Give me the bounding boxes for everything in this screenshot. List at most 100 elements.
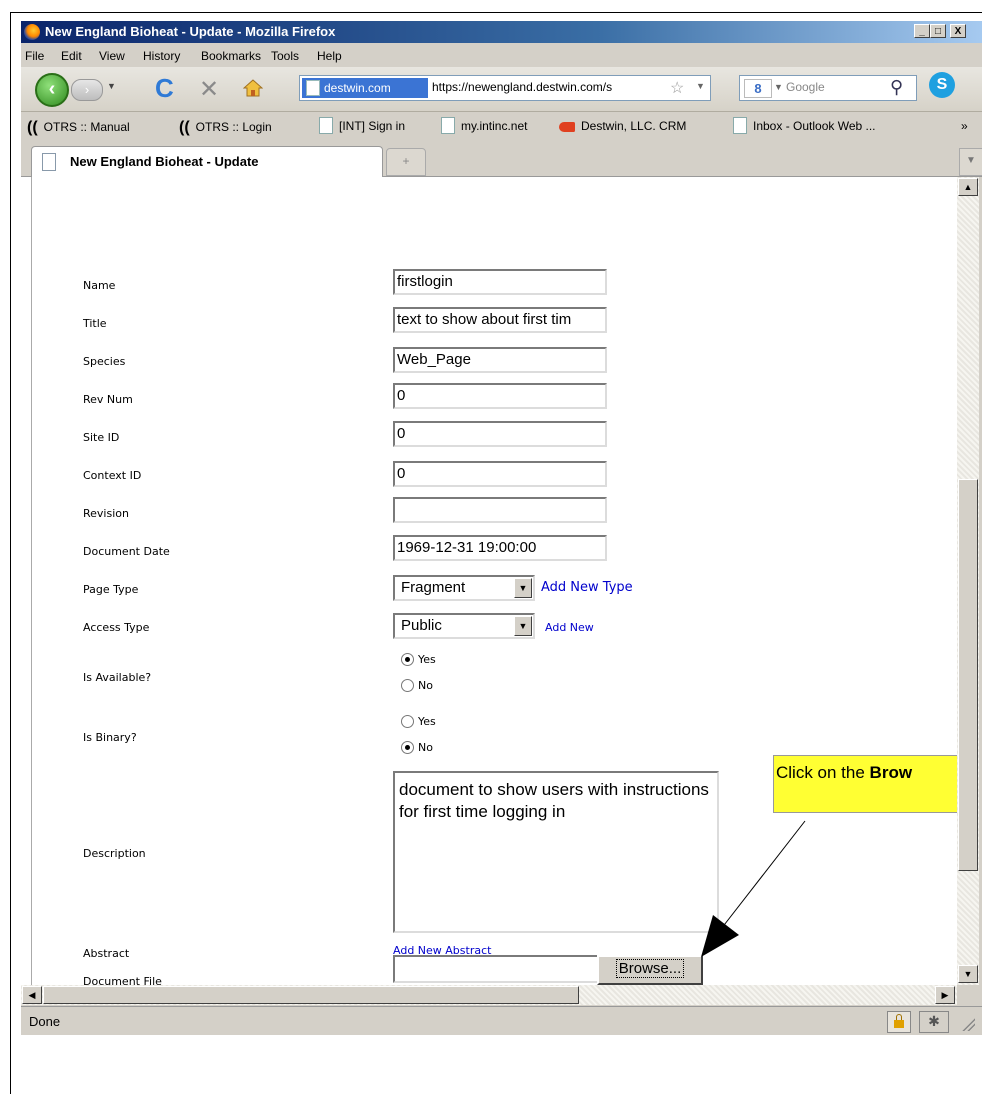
- site-id-field[interactable]: 0: [393, 421, 607, 447]
- callout-text: Click on the Brow: [776, 763, 913, 782]
- vertical-scrollbar[interactable]: ▲ ▼: [957, 177, 979, 985]
- tab-list-icon[interactable]: ▼: [959, 148, 982, 176]
- menu-view[interactable]: View: [99, 49, 125, 63]
- scroll-right-icon[interactable]: ▶: [935, 986, 955, 1004]
- context-id-field[interactable]: 0: [393, 461, 607, 487]
- bookmark-outlook[interactable]: Inbox - Outlook Web ...: [733, 116, 876, 134]
- label-rev-num: Rev Num: [83, 393, 133, 406]
- label-abstract: Abstract: [83, 947, 130, 960]
- horizontal-scrollbar[interactable]: ◀ ▶: [21, 985, 957, 1005]
- access-type-value: Public: [401, 617, 442, 634]
- is-available-no-radio[interactable]: No: [401, 679, 433, 692]
- label-page-type: Page Type: [83, 583, 139, 596]
- title-bar: New England Bioheat - Update - Mozilla F…: [21, 21, 982, 43]
- url-text[interactable]: https://newengland.destwin.com/s: [432, 80, 670, 94]
- menu-help[interactable]: Help: [317, 49, 342, 63]
- label-description: Description: [83, 847, 146, 860]
- label-is-binary: Is Binary?: [83, 731, 137, 744]
- navigation-toolbar: ‹ › ▼ C ✕ destwin.com https://newengland…: [21, 67, 982, 112]
- resize-grip-icon[interactable]: [961, 1017, 975, 1031]
- page-icon: [733, 116, 747, 134]
- vertical-scroll-thumb[interactable]: [958, 479, 978, 871]
- search-bar[interactable]: 8 ▼ Google ⚲: [739, 75, 917, 101]
- crm-icon: [559, 121, 575, 132]
- species-field[interactable]: Web_Page: [393, 347, 607, 373]
- scroll-left-icon[interactable]: ◀: [22, 986, 42, 1004]
- label-document-date: Document Date: [83, 545, 170, 558]
- close-button[interactable]: X: [950, 24, 966, 38]
- tab-title: New England Bioheat - Update: [70, 154, 259, 169]
- add-new-link[interactable]: Add New: [545, 621, 594, 634]
- google-engine-icon[interactable]: 8: [744, 79, 772, 98]
- name-field[interactable]: firstlogin: [393, 269, 607, 295]
- menu-bookmarks[interactable]: Bookmarks: [201, 49, 261, 63]
- menu-history[interactable]: History: [143, 49, 180, 63]
- reload-icon[interactable]: C: [155, 73, 174, 104]
- chevron-down-icon[interactable]: ▼: [514, 616, 532, 636]
- home-icon[interactable]: [243, 79, 263, 97]
- bug-icon[interactable]: ✱: [919, 1011, 949, 1033]
- status-text: Done: [29, 1014, 61, 1029]
- radio-unselected-icon: [401, 715, 414, 728]
- skype-icon[interactable]: S: [929, 72, 955, 98]
- callout-arrow-icon: [701, 820, 806, 957]
- search-input[interactable]: Google: [786, 80, 825, 94]
- access-type-select[interactable]: Public ▼: [393, 613, 535, 639]
- page-content: Name firstlogin Title text to show about…: [21, 177, 957, 985]
- magnifier-icon[interactable]: ⚲: [890, 77, 903, 98]
- label-document-file: Document File: [83, 975, 162, 985]
- forward-arrow-icon[interactable]: ›: [71, 79, 103, 101]
- menu-bar: File Edit View History Bookmarks Tools H…: [21, 44, 982, 66]
- menu-file[interactable]: File: [25, 49, 44, 63]
- lock-icon[interactable]: [887, 1011, 911, 1033]
- scroll-down-icon[interactable]: ▼: [958, 965, 978, 983]
- tab-current[interactable]: New England Bioheat - Update: [31, 146, 383, 177]
- firefox-icon: [24, 24, 40, 40]
- is-binary-yes-radio[interactable]: Yes: [401, 715, 436, 728]
- is-binary-no-radio[interactable]: No: [401, 741, 433, 754]
- radio-selected-icon: [401, 653, 414, 666]
- description-textarea[interactable]: document to show users with instructions…: [393, 771, 719, 933]
- minimize-button[interactable]: _: [914, 24, 930, 38]
- bookmark-otrs-manual[interactable]: ((OTRS :: Manual: [27, 119, 130, 137]
- document-file-input[interactable]: [393, 955, 599, 983]
- is-available-yes-radio[interactable]: Yes: [401, 653, 436, 666]
- horizontal-scroll-thumb[interactable]: [43, 986, 579, 1004]
- page-icon: [306, 79, 320, 96]
- scroll-up-icon[interactable]: ▲: [958, 178, 978, 196]
- maximize-button[interactable]: □: [930, 24, 946, 38]
- revision-field[interactable]: [393, 497, 607, 523]
- new-tab-button[interactable]: +: [386, 148, 426, 176]
- content-left-border: [31, 177, 32, 985]
- stop-icon[interactable]: ✕: [199, 75, 219, 104]
- menu-edit[interactable]: Edit: [61, 49, 82, 63]
- label-access-type: Access Type: [83, 621, 150, 634]
- site-identity-button[interactable]: destwin.com: [302, 78, 428, 98]
- label-title: Title: [83, 317, 107, 330]
- bookmarks-overflow-icon[interactable]: »: [961, 119, 968, 133]
- bookmark-star-icon[interactable]: ☆: [670, 78, 684, 98]
- page-type-select[interactable]: Fragment ▼: [393, 575, 535, 601]
- tab-strip: New England Bioheat - Update + ▼: [21, 140, 982, 177]
- chevron-down-icon[interactable]: ▼: [514, 578, 532, 598]
- back-arrow-icon[interactable]: ‹: [35, 73, 69, 107]
- title-field[interactable]: text to show about first tim: [393, 307, 607, 333]
- bookmark-my-intinc[interactable]: my.intinc.net: [441, 116, 527, 134]
- rev-num-field[interactable]: 0: [393, 383, 607, 409]
- url-bar[interactable]: destwin.com https://newengland.destwin.c…: [299, 75, 711, 101]
- label-is-available: Is Available?: [83, 671, 152, 684]
- url-dropdown-icon[interactable]: ▼: [696, 81, 705, 91]
- document-date-field[interactable]: 1969-12-31 19:00:00: [393, 535, 607, 561]
- bookmark-otrs-login[interactable]: ((OTRS :: Login: [179, 119, 272, 137]
- bookmark-destwin-crm[interactable]: Destwin, LLC. CRM: [559, 119, 686, 133]
- history-dropdown-icon[interactable]: ▼: [107, 81, 116, 91]
- bookmark-int-sign-in[interactable]: [INT] Sign in: [319, 116, 405, 134]
- add-new-type-link[interactable]: Add New Type: [541, 580, 633, 595]
- window-title: New England Bioheat - Update - Mozilla F…: [45, 24, 336, 39]
- browser-window: New England Bioheat - Update - Mozilla F…: [21, 21, 982, 1035]
- menu-tools[interactable]: Tools: [271, 49, 299, 63]
- status-bar: Done ✱: [21, 1006, 982, 1035]
- search-engine-dropdown-icon[interactable]: ▼: [774, 82, 783, 92]
- otrs-icon: ((: [179, 119, 190, 136]
- radio-unselected-icon: [401, 679, 414, 692]
